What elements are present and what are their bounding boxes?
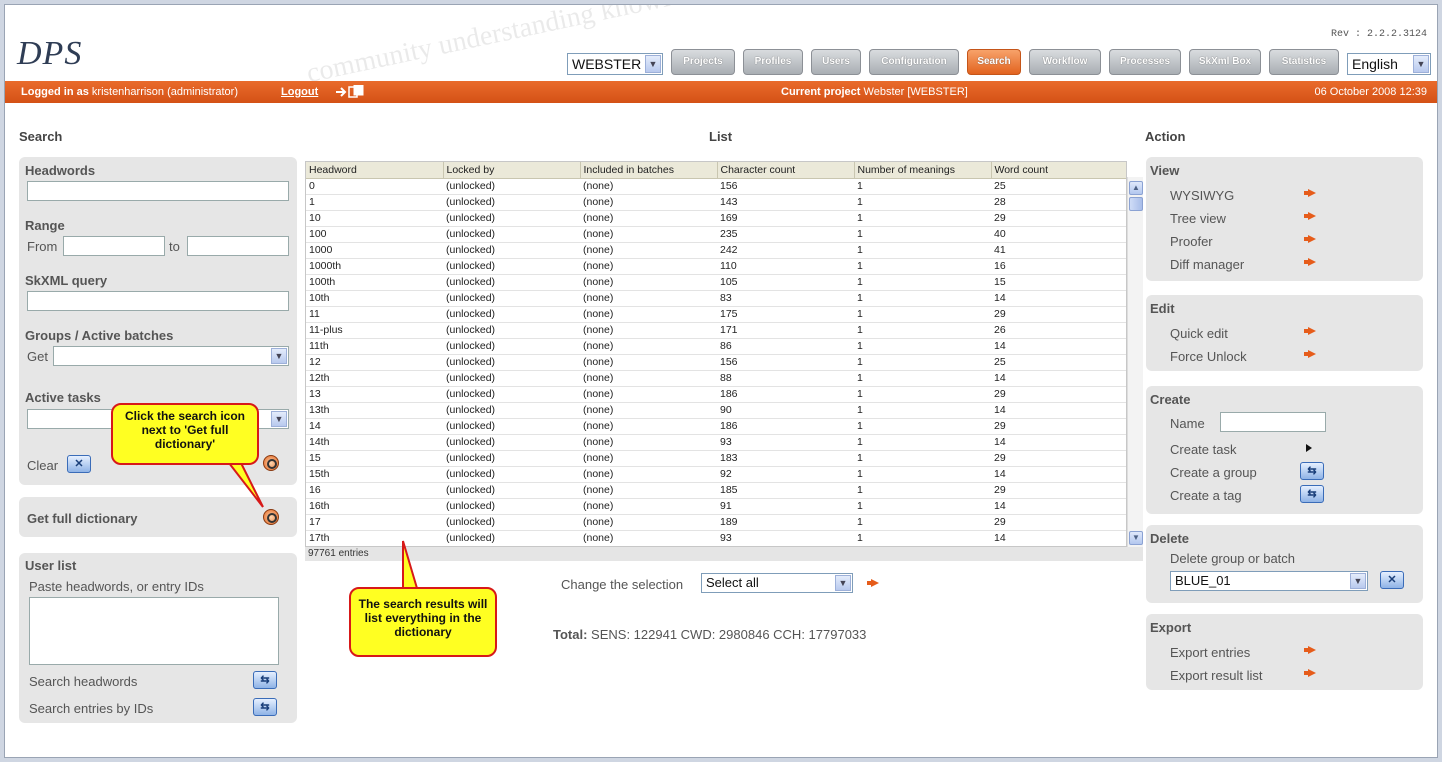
callout-search-icon: Click the search icon next to 'Get full … [111, 403, 259, 465]
callout-results: The search results will list everything … [349, 587, 497, 657]
app-frame: community understanding knowledge DPS Re… [4, 4, 1438, 758]
callout-pointers [226, 462, 421, 596]
